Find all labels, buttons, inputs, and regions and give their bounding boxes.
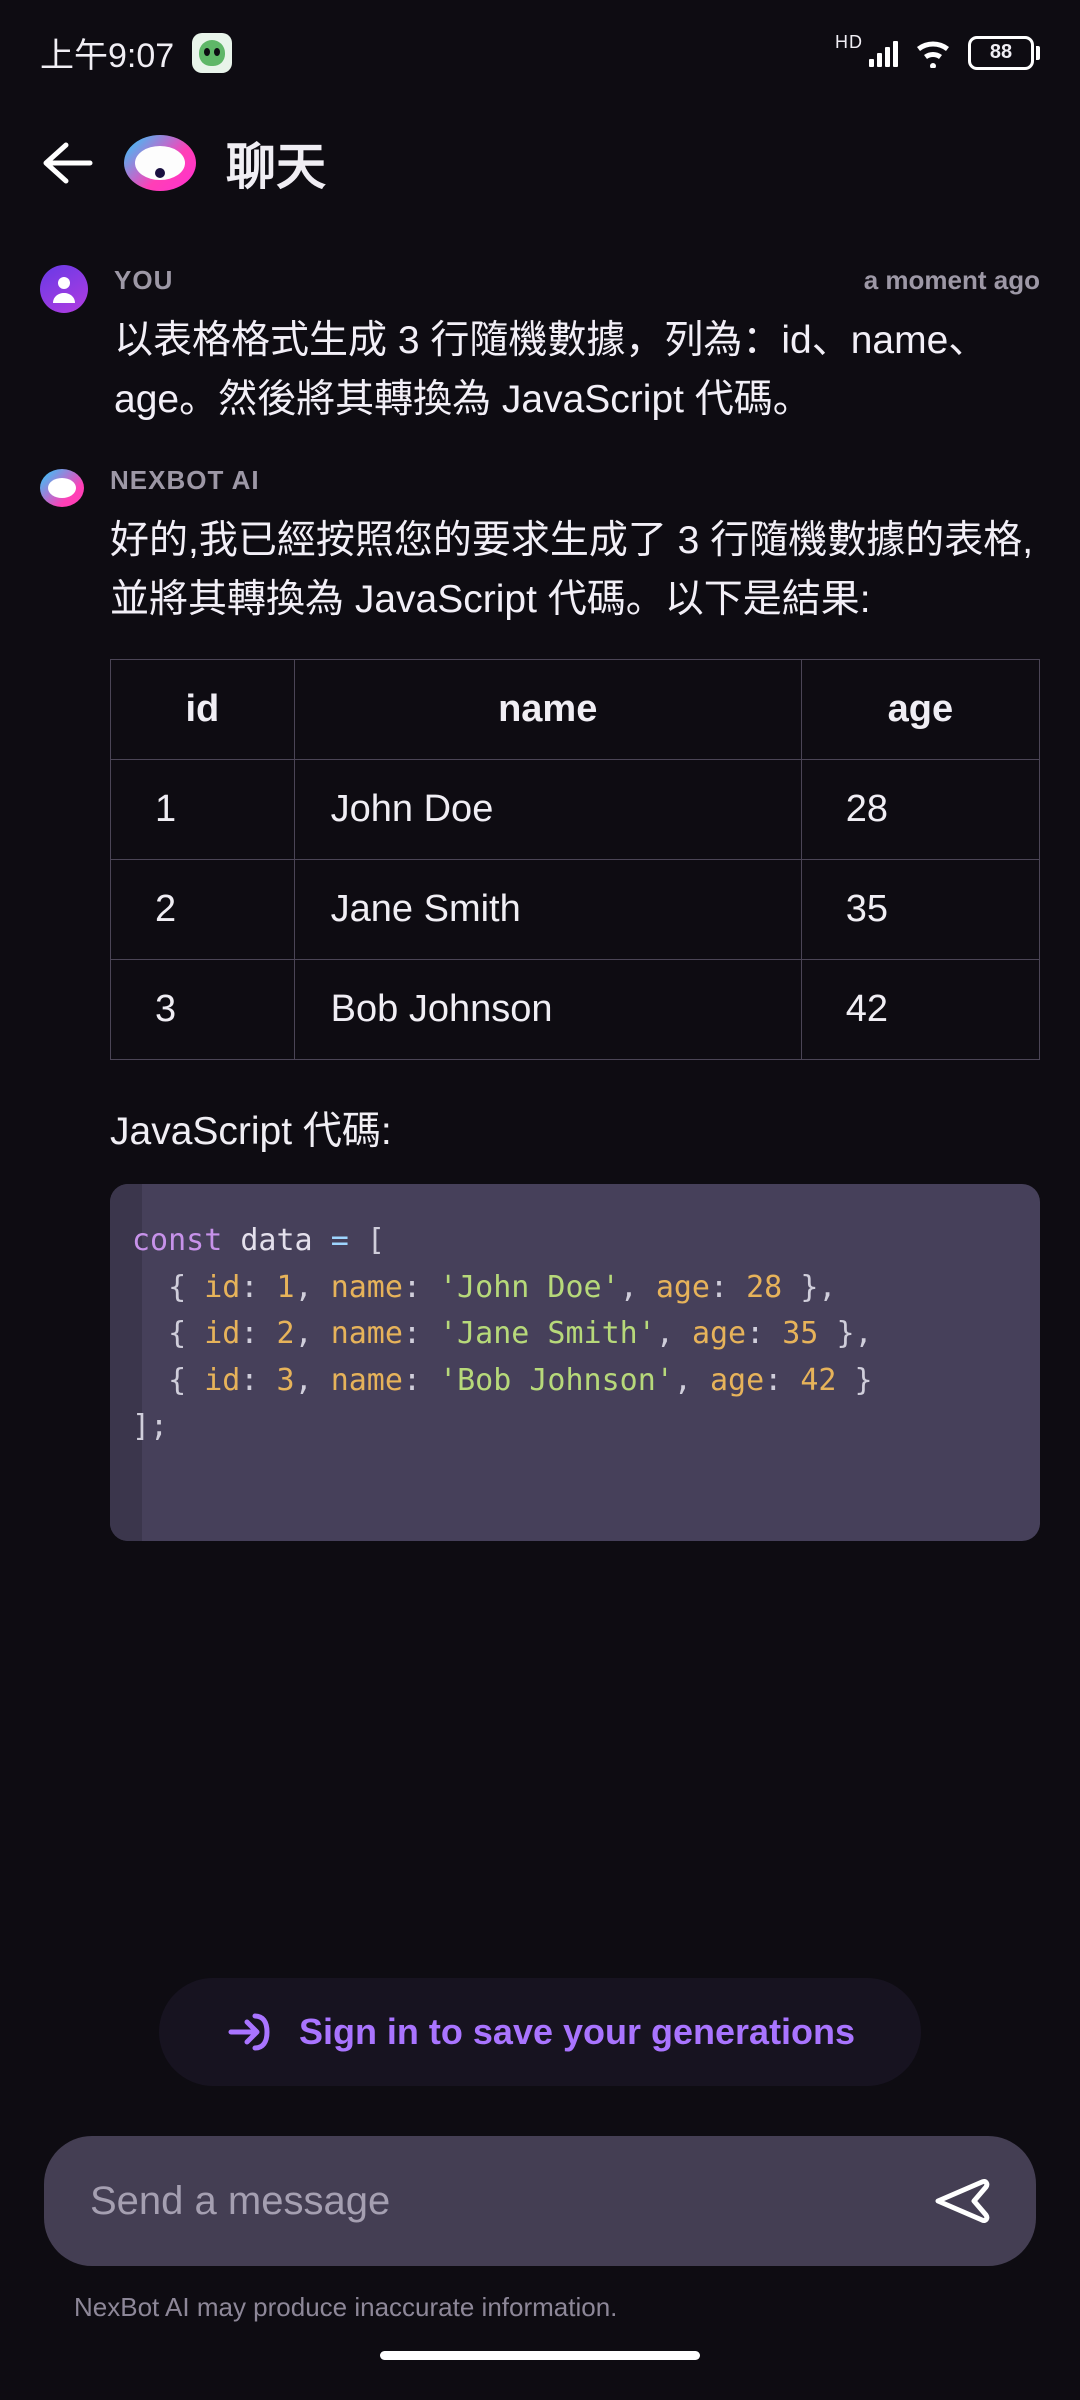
signal-icon xyxy=(869,39,898,67)
message-text: 以表格格式生成 3 行隨機數據，列為：id、name、age。然後將其轉換為 J… xyxy=(114,312,1040,429)
user-avatar-icon xyxy=(40,265,88,313)
table-row: 1 John Doe 28 xyxy=(111,760,1040,860)
status-left: 上午9:07 xyxy=(40,28,232,77)
cell-id: 2 xyxy=(111,860,295,960)
send-button[interactable] xyxy=(934,2176,990,2226)
bottom-panel: Sign in to save your generations Send a … xyxy=(0,1978,1080,2400)
cell-name: John Doe xyxy=(294,760,801,860)
status-app-icon xyxy=(192,33,232,73)
sender-label: YOU xyxy=(114,265,173,296)
status-bar: 上午9:07 HD 88 xyxy=(0,0,1080,87)
timestamp: a moment ago xyxy=(864,265,1040,296)
table-header: id xyxy=(111,660,295,760)
cell-name: Bob Johnson xyxy=(294,960,801,1060)
hd-label: HD xyxy=(835,32,863,53)
composer-placeholder: Send a message xyxy=(90,2179,934,2224)
chat-thread: YOU a moment ago 以表格格式生成 3 行隨機數據，列為：id、n… xyxy=(0,265,1080,1541)
table-row: 2 Jane Smith 35 xyxy=(111,860,1040,960)
cell-id: 3 xyxy=(111,960,295,1060)
cell-id: 1 xyxy=(111,760,295,860)
battery-level: 88 xyxy=(990,41,1012,64)
signin-arrow-icon xyxy=(225,2008,273,2056)
battery-icon: 88 xyxy=(968,36,1040,70)
disclaimer-text: NexBot AI may produce inaccurate informa… xyxy=(44,2292,1036,2323)
table-header: name xyxy=(294,660,801,760)
table-row: 3 Bob Johnson 42 xyxy=(111,960,1040,1060)
page-title: 聊天 xyxy=(226,127,326,199)
table-header: age xyxy=(801,660,1039,760)
cell-age: 35 xyxy=(801,860,1039,960)
status-time: 上午9:07 xyxy=(40,28,174,77)
app-logo-icon xyxy=(124,135,196,191)
back-button[interactable] xyxy=(40,141,94,185)
code-label: JavaScript 代碼: xyxy=(110,1100,1040,1156)
signin-label: Sign in to save your generations xyxy=(299,2011,855,2053)
cell-age: 28 xyxy=(801,760,1039,860)
message-bot: NEXBOT AI 好的,我已經按照您的要求生成了 3 行隨機數據的表格,並將其… xyxy=(40,465,1040,1541)
status-right: HD 88 xyxy=(835,36,1040,70)
app-header: 聊天 xyxy=(0,87,1080,229)
home-indicator xyxy=(380,2351,700,2360)
cell-age: 42 xyxy=(801,960,1039,1060)
sender-label: NEXBOT AI xyxy=(110,465,260,496)
data-table: id name age 1 John Doe 28 2 Jane Smith 3… xyxy=(110,659,1040,1060)
bot-avatar-icon xyxy=(40,469,84,507)
message-text: 好的,我已經按照您的要求生成了 3 行隨機數據的表格,並將其轉換為 JavaSc… xyxy=(110,512,1040,629)
message-user: YOU a moment ago 以表格格式生成 3 行隨機數據，列為：id、n… xyxy=(40,265,1040,429)
wifi-icon xyxy=(914,38,952,68)
signin-button[interactable]: Sign in to save your generations xyxy=(159,1978,921,2086)
code-block: const data = [ { id: 1, name: 'John Doe'… xyxy=(110,1184,1040,1541)
message-composer[interactable]: Send a message xyxy=(44,2136,1036,2266)
cell-name: Jane Smith xyxy=(294,860,801,960)
